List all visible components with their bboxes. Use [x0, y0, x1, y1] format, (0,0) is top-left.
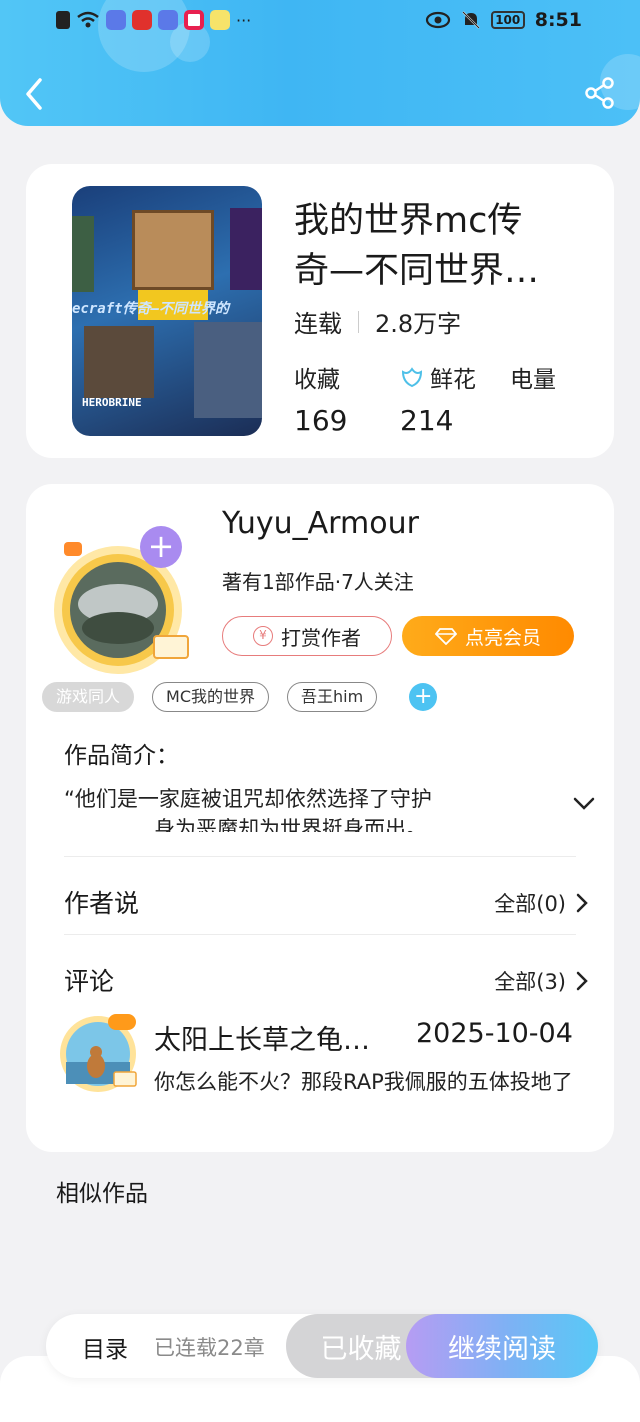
author-says-title: 作者说: [64, 889, 140, 918]
stat-value-flowers: 214: [400, 404, 454, 437]
cover-character: [230, 208, 262, 290]
commenter-avatar[interactable]: [56, 1010, 140, 1094]
chevron-right-icon: [576, 893, 588, 913]
comment-text[interactable]: 你怎么能不火？那段RAP我佩服的五体投地了: [154, 1066, 574, 1098]
tag-item[interactable]: 游戏同人: [42, 682, 135, 712]
book-title-line: 我的世界mc传: [294, 201, 523, 241]
intro-line: “他们是一家庭被诅咒却依然选择了守护: [64, 787, 432, 811]
follow-plus-icon[interactable]: +: [140, 526, 182, 568]
cover-character: [132, 210, 214, 290]
book-meta: 连载 2.8万字: [294, 304, 461, 339]
eye-icon: [425, 11, 450, 29]
video-app-icon: [132, 10, 152, 30]
divider: [64, 934, 576, 935]
author-subtitle: 著有1部作品·7人关注: [222, 570, 414, 594]
add-tag-icon[interactable]: +: [409, 683, 438, 711]
cover-character: [194, 322, 262, 418]
book-info-card: ecraft传奇—不同世界的 HEROBRINE 我的世界mc传 奇—不同世界……: [26, 164, 614, 458]
battery-indicator: 100: [490, 11, 525, 29]
status-icons-right: 100 8:51: [425, 9, 582, 31]
wifi-icon: [77, 11, 99, 28]
tag-list: 游戏同人 MC我的世界 吾王him +: [42, 682, 438, 712]
divider: [358, 310, 359, 333]
diamond-icon: [434, 628, 457, 645]
commenter-name[interactable]: 太阳上长草之龟…: [154, 1018, 370, 1057]
stat-label-power: 电量: [510, 367, 556, 393]
back-arrow-icon[interactable]: [22, 74, 48, 114]
yen-coin-icon: ¥: [253, 626, 273, 646]
header: ··· 100 8:51: [0, 0, 640, 126]
intro-line: 身为恶魔却为世界挺身而出。: [154, 817, 427, 832]
more-notifications-icon: ···: [236, 10, 252, 30]
tag-item[interactable]: 吾王him: [287, 682, 378, 712]
comments-all-label: 全部(3): [494, 970, 566, 994]
divider: [64, 856, 576, 857]
book-cover[interactable]: ecraft传奇—不同世界的 HEROBRINE: [72, 186, 262, 436]
stat-value-favorites: 169: [294, 404, 348, 437]
author-card: + Yuyu_Armour 著有1部作品·7人关注 ¥ 打赏作者 点亮会员 游戏…: [26, 484, 614, 1152]
app-notification-icon: [158, 10, 178, 30]
comments-all-link[interactable]: 全部(3): [494, 966, 588, 996]
mute-bell-icon: [462, 11, 480, 29]
stat-label-flowers: 鲜花: [430, 367, 476, 393]
chevron-right-icon: [576, 971, 588, 991]
tip-author-button[interactable]: ¥ 打赏作者: [222, 616, 392, 656]
status-bar: ··· 100 8:51: [0, 8, 640, 36]
cover-badge: HEROBRINE: [82, 396, 142, 409]
stat-flowers[interactable]: 鲜花: [400, 360, 476, 394]
cover-character: [72, 216, 94, 292]
alert-icon: [56, 11, 70, 29]
app-notification-icon: [210, 10, 230, 30]
share-icon[interactable]: [584, 76, 616, 110]
intro-title: 作品简介：: [64, 743, 179, 769]
book-title-line: 奇—不同世界…: [294, 251, 540, 291]
comment-date: 2025-10-04: [416, 1018, 573, 1049]
stat-label-favorites: 收藏: [294, 367, 340, 393]
continue-reading-label: 继续阅读: [448, 1333, 556, 1365]
author-name[interactable]: Yuyu_Armour: [222, 506, 419, 541]
book-title: 我的世界mc传 奇—不同世界…: [294, 196, 564, 296]
tip-author-label: 打赏作者: [281, 625, 361, 650]
music-app-icon: [184, 10, 204, 30]
status-icons-left: ···: [56, 10, 251, 30]
vip-label: 点亮会员: [464, 626, 541, 649]
cover-character: [84, 326, 154, 398]
status-time: 8:51: [534, 9, 582, 31]
bottom-action-bar: 目录 已连载22章 已收藏 继续阅读: [46, 1314, 598, 1378]
intro-text[interactable]: “他们是一家庭被诅咒却依然选择了守护 身为恶魔却为世界挺身而出。: [64, 784, 544, 832]
chevron-down-icon[interactable]: [572, 796, 596, 812]
favorited-label: 已收藏: [320, 1333, 402, 1365]
tag-item[interactable]: MC我的世界: [152, 682, 269, 712]
comments-title: 评论: [64, 967, 115, 996]
book-status: 连载: [294, 310, 342, 338]
chapter-count[interactable]: 已连载22章: [154, 1332, 265, 1362]
vip-button[interactable]: 点亮会员: [402, 616, 574, 656]
flower-icon: [401, 367, 423, 388]
cover-title-text: ecraft传奇—不同世界的: [72, 301, 230, 317]
toc-button[interactable]: 目录: [82, 1330, 128, 1364]
word-count: 2.8万字: [375, 310, 462, 338]
app-notification-icon: [106, 10, 126, 30]
continue-reading-button[interactable]: 继续阅读: [406, 1314, 598, 1378]
author-says-all-label: 全部(0): [494, 892, 566, 916]
author-avatar[interactable]: +: [46, 524, 204, 682]
similar-works-title: 相似作品: [56, 1181, 148, 1207]
author-says-all-link[interactable]: 全部(0): [494, 888, 588, 918]
